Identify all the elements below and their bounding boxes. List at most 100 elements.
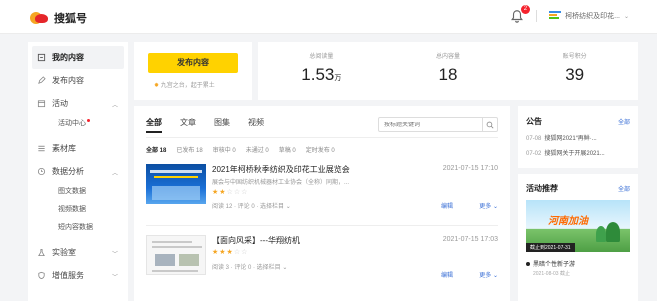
article-meta: 阅读 12 · 评论 0 · 选择栏目 ⌄ [212, 201, 291, 210]
sidebar-item-analytics[interactable]: 数据分析 ︿ [28, 160, 128, 183]
stat-number: 39 [565, 65, 585, 84]
publish-tip-text: 九宫之台，起于累土 [160, 83, 215, 89]
sidebar-item-label: 增值服务 [52, 271, 84, 280]
search-input[interactable] [379, 121, 482, 128]
article-rating: ★★☆☆☆ [212, 189, 249, 196]
filter-rejected[interactable]: 未通过 0 [246, 145, 269, 154]
article-title[interactable]: 【面向风采】---华翔纺机 [212, 235, 300, 246]
activity-card: 活动推荐 全部 河南加油 截止到2021-07-31 黑暗个性新子游 2021-… [518, 174, 638, 301]
filter-reviewing[interactable]: 审核中 0 [213, 145, 236, 154]
sidebar-item-services[interactable]: 增值服务 ﹀ [28, 264, 128, 287]
notice-view-all-link[interactable]: 全部 [618, 117, 630, 126]
activity-title: 活动推荐 [526, 184, 558, 193]
chevron-down-icon: ⌄ [492, 204, 498, 210]
sidebar-item-materials[interactable]: 素材库 [28, 137, 128, 160]
sidebar-item-publish[interactable]: 发布内容 [28, 69, 128, 92]
publish-card: 发布内容 ✸ 九宫之台，起于累土 [134, 42, 252, 100]
row-divider [146, 225, 498, 226]
stat-label: 总内容量 [436, 54, 461, 60]
sidebar-subitem-activity-center[interactable]: 活动中心 [28, 115, 128, 133]
stat-total-content: 总内容量 18 [385, 42, 512, 100]
filter-scheduled[interactable]: 定时发布 0 [306, 145, 335, 154]
article-title[interactable]: 2021年柯桥秋季纺织及印花工业展览会 [212, 164, 350, 175]
tabs-divider [146, 137, 498, 138]
notice-date: 07-08 [526, 136, 542, 142]
notice-item[interactable]: 07-08 搜狐网2021“再鲜·... [526, 133, 630, 142]
chevron-down-icon[interactable]: ⌄ [286, 204, 291, 210]
stat-value: 39 [511, 65, 638, 85]
pen-icon [36, 76, 46, 86]
notice-text: 搜狐网关于开展2021... [544, 151, 605, 157]
stat-account-points: 账号积分 39 [511, 42, 638, 100]
edit-link[interactable]: 编辑 [441, 270, 453, 279]
top-bar: 搜狐号 2 柯桥纺织及印花... ⌄ [0, 0, 657, 34]
account-menu[interactable]: 柯桥纺织及印花... ⌄ [549, 11, 629, 21]
new-dot [87, 119, 90, 122]
chevron-down-icon[interactable]: ⌄ [282, 265, 287, 271]
notice-card: 公告 全部 07-08 搜狐网2021“再鲜·... 07-02 搜狐网关于开展20… [518, 106, 638, 168]
chevron-up-icon: ︿ [111, 103, 118, 109]
status-filters: 全部 18 已发布 18 审核中 0 未通过 0 草稿 0 定时发布 0 [146, 145, 335, 154]
more-link[interactable]: 更多 ⌄ [479, 201, 498, 210]
activity-view-all-link[interactable]: 全部 [618, 184, 630, 193]
activity-item-date: 2021-08-03 截止 [533, 271, 570, 277]
notice-item[interactable]: 07-02 搜狐网关于开展2021... [526, 148, 630, 157]
content-list-card: 全部 文章 图集 视频 全部 18 已发布 18 审核中 0 未通过 0 草稿 … [134, 106, 510, 301]
sidebar-subitem-short-data[interactable]: 短内容数据 [28, 219, 128, 237]
filter-published[interactable]: 已发布 18 [176, 145, 202, 154]
search-icon [486, 121, 494, 128]
sidebar-item-label: 我的内容 [52, 53, 84, 62]
notice-title: 公告 [526, 117, 542, 126]
chevron-up-icon: ︿ [111, 171, 118, 177]
search-box [378, 117, 498, 132]
article-meta-text: 阅读 12 · 评论 0 · 选择栏目 [212, 204, 285, 210]
sohu-logo-icon [30, 11, 48, 25]
header-divider [536, 10, 538, 22]
tab-all[interactable]: 全部 [146, 117, 162, 133]
sidebar-item-lab[interactable]: 实验室 ﹀ [28, 241, 128, 264]
brand-logo[interactable]: 搜狐号 [30, 10, 87, 26]
more-link[interactable]: 更多 ⌄ [479, 270, 498, 279]
sidebar-item-my-content[interactable]: 我的内容 [32, 46, 124, 69]
chevron-down-icon: ⌄ [623, 13, 629, 20]
tab-videos[interactable]: 视频 [248, 117, 264, 128]
sidebar-item-label: 活动中心 [58, 120, 86, 127]
notice-date: 07-02 [526, 151, 542, 157]
article-thumbnail[interactable] [146, 235, 206, 275]
article-meta-text: 阅读 3 · 评论 0 · 选择栏目 [212, 265, 281, 271]
tab-articles[interactable]: 文章 [180, 117, 196, 128]
article-thumbnail[interactable] [146, 164, 206, 204]
more-label: 更多 [479, 204, 492, 210]
list-icon [36, 144, 46, 154]
stat-label: 总阅读量 [309, 54, 334, 60]
chevron-down-icon: ⌄ [492, 273, 498, 279]
stat-label: 账号积分 [562, 54, 587, 60]
stat-number: 18 [438, 65, 458, 84]
edit-link[interactable]: 编辑 [441, 201, 453, 210]
sidebar-item-label: 素材库 [52, 144, 76, 153]
notification-badge: 2 [520, 5, 531, 14]
publish-content-button[interactable]: 发布内容 [148, 53, 238, 73]
filter-drafts[interactable]: 草稿 0 [279, 145, 296, 154]
activity-item[interactable]: 黑暗个性新子游 [526, 259, 630, 268]
flask-icon [36, 248, 46, 258]
sidebar-subitem-article-data[interactable]: 图文数据 [28, 183, 128, 201]
sidebar-item-label: 数据分析 [52, 167, 84, 176]
stat-value: 18 [385, 65, 512, 85]
brand-name: 搜狐号 [54, 13, 87, 25]
article-meta: 阅读 3 · 评论 0 · 选择栏目 ⌄ [212, 262, 287, 271]
more-label: 更多 [479, 273, 492, 279]
clock-icon [36, 167, 46, 177]
sidebar-subitem-video-data[interactable]: 视频数据 [28, 201, 128, 219]
notification-bell[interactable]: 2 [510, 5, 531, 23]
bullet-icon [526, 261, 530, 266]
sidebar-item-activity[interactable]: 活动 ︿ [28, 92, 128, 115]
calendar-icon [36, 99, 46, 109]
search-button[interactable] [482, 118, 497, 131]
tab-galleries[interactable]: 图集 [214, 117, 230, 128]
article-row: 2021年柯桥秋季纺织及印花工业展览会 2021-07-15 17:10 展会与… [146, 164, 498, 232]
filter-all[interactable]: 全部 18 [146, 145, 166, 154]
article-date: 2021-07-15 17:03 [442, 236, 498, 243]
content-tabs: 全部 文章 图集 视频 [146, 117, 264, 133]
activity-banner[interactable]: 河南加油 截止到2021-07-31 [526, 200, 630, 252]
